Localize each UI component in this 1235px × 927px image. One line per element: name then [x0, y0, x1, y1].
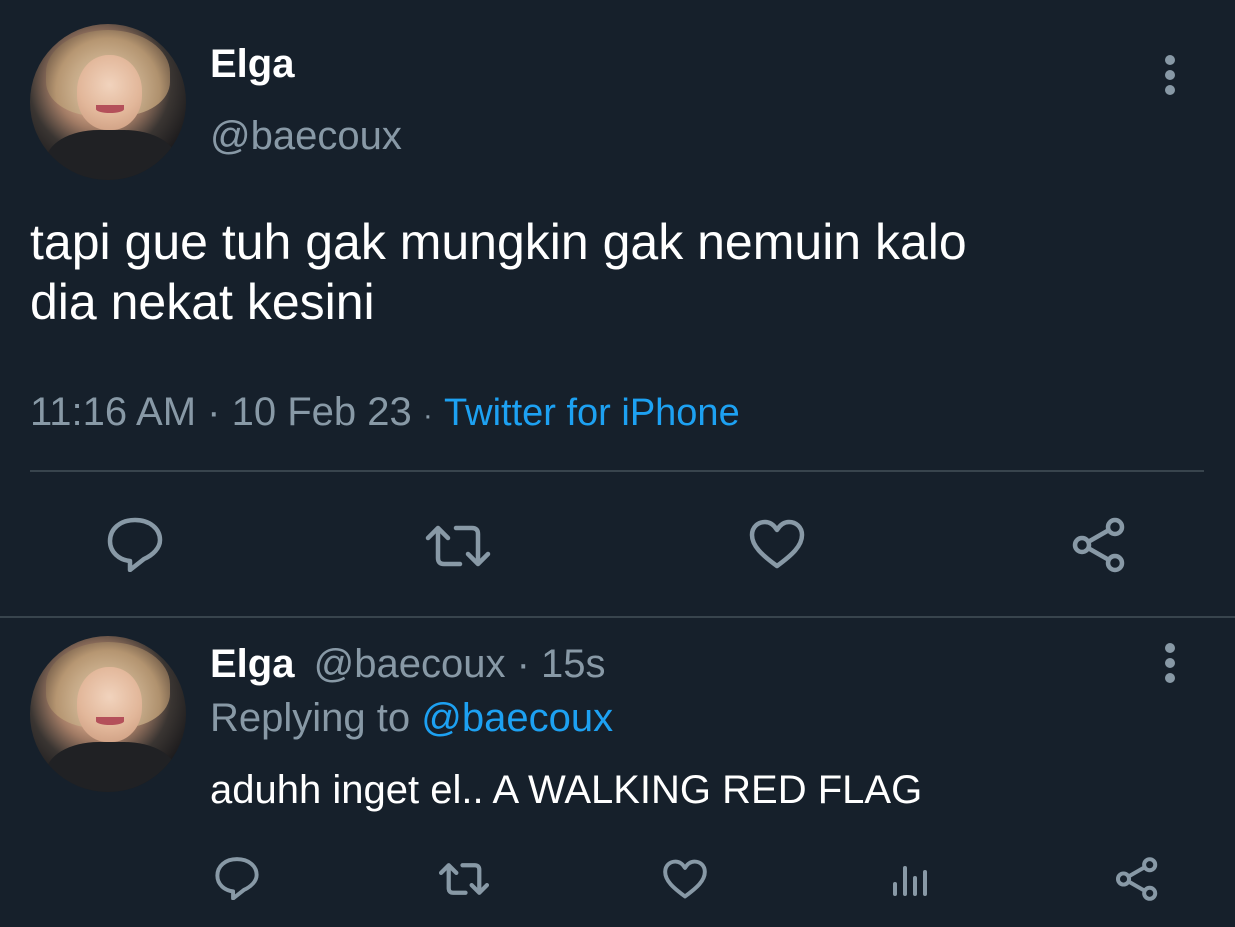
analytics-icon[interactable] — [890, 860, 932, 898]
heart-icon[interactable] — [748, 518, 806, 570]
reply-author-handle[interactable]: @baecoux — [314, 642, 506, 686]
tweet-source[interactable]: Twitter for iPhone — [444, 392, 740, 434]
reply-author-avatar[interactable] — [30, 636, 186, 792]
share-icon[interactable] — [1114, 856, 1160, 902]
replying-to: Replying to @baecoux — [210, 694, 613, 742]
author-name[interactable]: Elga — [210, 40, 294, 88]
more-vertical-icon[interactable] — [1156, 642, 1184, 684]
reply-icon[interactable] — [214, 856, 260, 900]
more-vertical-icon[interactable] — [1156, 54, 1184, 96]
retweet-icon[interactable] — [424, 522, 492, 570]
reply-separator: · — [516, 642, 530, 686]
reply-age: 15s — [541, 642, 606, 686]
heart-icon[interactable] — [662, 858, 708, 900]
replying-label: Replying to — [210, 696, 411, 740]
tweet-text: tapi gue tuh gak mungkin gak nemuin kalo… — [30, 212, 1210, 332]
tweet-text-line-2: dia nekat kesini — [30, 274, 375, 330]
tweet-meta: 11:16 AM · 10 Feb 23 · Twitter for iPhon… — [30, 388, 740, 440]
meta-separator: · — [422, 399, 433, 432]
tweet-time[interactable]: 11:16 AM — [30, 390, 196, 434]
tweet-text-line-1: tapi gue tuh gak mungkin gak nemuin kalo — [30, 214, 967, 270]
author-handle[interactable]: @baecoux — [210, 112, 402, 160]
meta-divider — [30, 470, 1204, 472]
author-avatar[interactable] — [30, 24, 186, 180]
tweet-date[interactable]: 10 Feb 23 — [232, 390, 412, 434]
reply-icon[interactable] — [106, 516, 164, 572]
replying-handle[interactable]: @baecoux — [421, 696, 613, 740]
reply-author-name[interactable]: Elga — [210, 642, 294, 686]
meta-separator: · — [207, 390, 221, 434]
retweet-icon[interactable] — [438, 860, 490, 898]
share-icon[interactable] — [1070, 516, 1128, 574]
reply-header: Elga @baecoux · 15s — [210, 640, 606, 688]
thread-divider — [0, 616, 1235, 618]
reply-text: aduhh inget el.. A WALKING RED FLAG — [210, 768, 923, 812]
